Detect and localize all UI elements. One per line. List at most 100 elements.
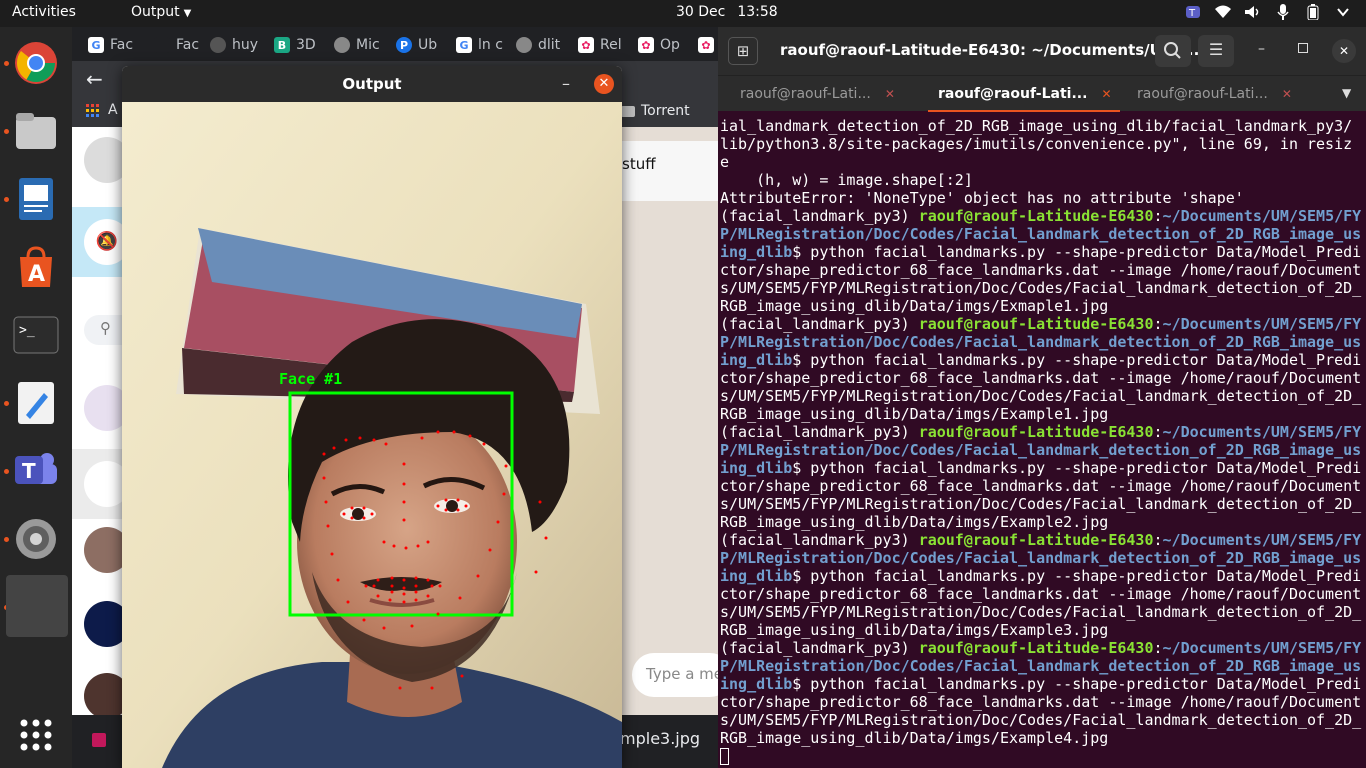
browser-tab-label: dlit	[538, 37, 561, 53]
command-text: $ python facial_landmarks.py --shape-pre…	[792, 567, 1362, 585]
browser-tab[interactable]: P Ub	[396, 33, 442, 57]
command-text: s/UM/SEM5/FYP/MLRegistration/Doc/Codes/F…	[720, 711, 1362, 729]
clock-time: 13:58	[737, 4, 778, 20]
back-arrow-icon[interactable]: ←	[86, 67, 103, 91]
running-indicator	[4, 401, 9, 406]
hamburger-menu-icon[interactable]: ☰	[1198, 35, 1234, 67]
prompt-user: raouf@raouf-Latitude-E6430	[918, 423, 1154, 441]
prompt-cwd: P/MLRegistration/Doc/Codes/Facial_landma…	[720, 225, 1362, 243]
prompt-env: (facial_landmark_py3)	[720, 315, 919, 333]
browser-tab-label: ln c	[478, 37, 503, 53]
search-button[interactable]	[1155, 35, 1191, 67]
system-tray[interactable]: T	[1184, 4, 1352, 20]
terminal-tab-active[interactable]: raouf@raouf-Lati... ✕	[928, 76, 1120, 112]
prompt-separator: :	[1153, 315, 1163, 333]
minimize-button[interactable]: –	[1258, 41, 1265, 57]
command-text: ctor/shape_predictor_68_face_landmarks.d…	[720, 585, 1362, 603]
search-icon: ⚲	[100, 319, 111, 337]
download-item[interactable]: mple3.jpg	[620, 729, 700, 748]
microphone-icon[interactable]	[1274, 4, 1292, 20]
browser-tab-label: Op	[660, 37, 680, 53]
terminal-line: ctor/shape_predictor_68_face_landmarks.d…	[720, 261, 1364, 279]
terminal-line: s/UM/SEM5/FYP/MLRegistration/Doc/Codes/F…	[720, 603, 1364, 621]
bookmark-item[interactable]: A	[108, 102, 118, 118]
wifi-icon[interactable]	[1214, 4, 1232, 20]
teams-tray-icon[interactable]: T	[1184, 4, 1202, 20]
activities-button[interactable]: Activities	[12, 4, 76, 20]
terminal-headerbar[interactable]: ⊞ raouf@raouf-Latitude-E6430: ~/Document…	[718, 27, 1366, 75]
terminal-line: RGB_image_using_dlib/Data/imgs/Example4.…	[720, 729, 1364, 747]
terminal-line: P/MLRegistration/Doc/Codes/Facial_landma…	[720, 657, 1364, 675]
running-indicator	[4, 469, 9, 474]
browser-tab[interactable]: Mic	[334, 33, 382, 57]
message-input[interactable]: Type a message	[632, 653, 718, 697]
terminal-cursor	[720, 748, 729, 765]
dock-software-icon[interactable]: A	[10, 241, 62, 293]
new-tab-button[interactable]: ⊞	[728, 37, 758, 65]
battery-icon[interactable]	[1304, 4, 1322, 20]
command-text: RGB_image_using_dlib/Data/imgs/Example3.…	[720, 621, 1109, 639]
close-tab-icon[interactable]: ✕	[1282, 87, 1292, 101]
apps-grid-icon[interactable]	[86, 104, 100, 118]
app-menu[interactable]: Output ▼	[131, 4, 191, 20]
command-text: RGB_image_using_dlib/Data/imgs/Example4.…	[720, 729, 1109, 747]
terminal-line: P/MLRegistration/Doc/Codes/Facial_landma…	[720, 441, 1364, 459]
bookmark-folder-torrent[interactable]: Torrent	[621, 103, 690, 119]
browser-tab[interactable]: ✿	[698, 33, 718, 57]
terminal-output[interactable]: ial_landmark_detection_of_2D_RGB_image_u…	[720, 117, 1364, 767]
terminal-tab[interactable]: raouf@raouf-Lati... ✕	[1137, 76, 1292, 112]
chat-item-selected[interactable]	[72, 449, 130, 519]
dock-chrome-icon[interactable]	[10, 37, 62, 89]
svg-text:A: A	[28, 262, 45, 287]
chat-header-title[interactable]: stuff	[622, 141, 718, 201]
prompt-cwd: ing_dlib	[720, 243, 793, 261]
browser-tab[interactable]: G Fac	[88, 33, 146, 57]
output-titlebar[interactable]: Output – ✕	[122, 66, 622, 102]
browser-tab-strip: G Fac Fac huy B 3D Mic P Ub Gln c dlit ✿ Rel…	[72, 27, 718, 61]
browser-tab[interactable]: B 3D	[274, 33, 322, 57]
browser-tab[interactable]: Fac	[154, 33, 202, 57]
power-menu-icon[interactable]	[1334, 4, 1352, 20]
browser-tab[interactable]: ✿ Rel	[578, 33, 624, 57]
browser-tab[interactable]: ✿ Op	[638, 33, 686, 57]
globe-icon	[334, 37, 350, 53]
prompt-cwd: ~/Documents/UM/SEM5/FY	[1162, 531, 1362, 549]
dock-files-icon[interactable]	[10, 105, 62, 157]
browser-tab-label: Fac	[176, 37, 200, 53]
prompt-cwd: ~/Documents/UM/SEM5/FY	[1162, 207, 1362, 225]
dock-text-editor-icon[interactable]	[10, 377, 62, 429]
dock-libreoffice-impress-icon[interactable]	[10, 173, 62, 225]
close-tab-icon[interactable]: ✕	[885, 87, 895, 101]
close-button[interactable]: ✕	[1332, 39, 1356, 63]
dock-output-window-item[interactable]	[6, 575, 68, 637]
prompt-cwd: ing_dlib	[720, 567, 793, 585]
clock[interactable]: 30 Dec 13:58	[676, 4, 790, 20]
dock-settings-icon[interactable]	[10, 513, 62, 565]
dock-teams-icon[interactable]: T	[10, 445, 62, 497]
browser-tab[interactable]: huy	[210, 33, 258, 57]
tabs-dropdown-icon[interactable]: ▼	[1342, 86, 1351, 100]
terminal-line: (facial_landmark_py3) raouf@raouf-Latitu…	[720, 423, 1364, 441]
prompt-cwd: ~/Documents/UM/SEM5/FY	[1162, 315, 1362, 333]
terminal-line: ing_dlib$ python facial_landmarks.py --s…	[720, 567, 1364, 585]
volume-icon[interactable]	[1244, 4, 1262, 20]
running-indicator	[4, 197, 9, 202]
maximize-button[interactable]	[1298, 43, 1308, 53]
prompt-separator: :	[1153, 207, 1163, 225]
command-text: $ python facial_landmarks.py --shape-pre…	[792, 243, 1362, 261]
close-button[interactable]: ✕	[594, 74, 614, 94]
command-text: ctor/shape_predictor_68_face_landmarks.d…	[720, 477, 1362, 495]
close-tab-icon[interactable]: ✕	[1101, 87, 1111, 101]
show-applications-icon[interactable]	[10, 709, 62, 761]
b-icon: B	[274, 37, 290, 53]
command-text: $ python facial_landmarks.py --shape-pre…	[792, 351, 1362, 369]
command-text: s/UM/SEM5/FYP/MLRegistration/Doc/Codes/F…	[720, 387, 1362, 405]
terminal-tab[interactable]: raouf@raouf-Lati... ✕	[740, 76, 895, 112]
prompt-cwd: ing_dlib	[720, 675, 793, 693]
minimize-button[interactable]: –	[562, 74, 570, 93]
terminal-line: P/MLRegistration/Doc/Codes/Facial_landma…	[720, 333, 1364, 351]
dock-terminal-icon[interactable]: >_	[10, 309, 62, 361]
prompt-cwd: P/MLRegistration/Doc/Codes/Facial_landma…	[720, 549, 1362, 567]
browser-tab[interactable]: dlit	[516, 33, 564, 57]
browser-tab[interactable]: Gln c	[456, 33, 504, 57]
